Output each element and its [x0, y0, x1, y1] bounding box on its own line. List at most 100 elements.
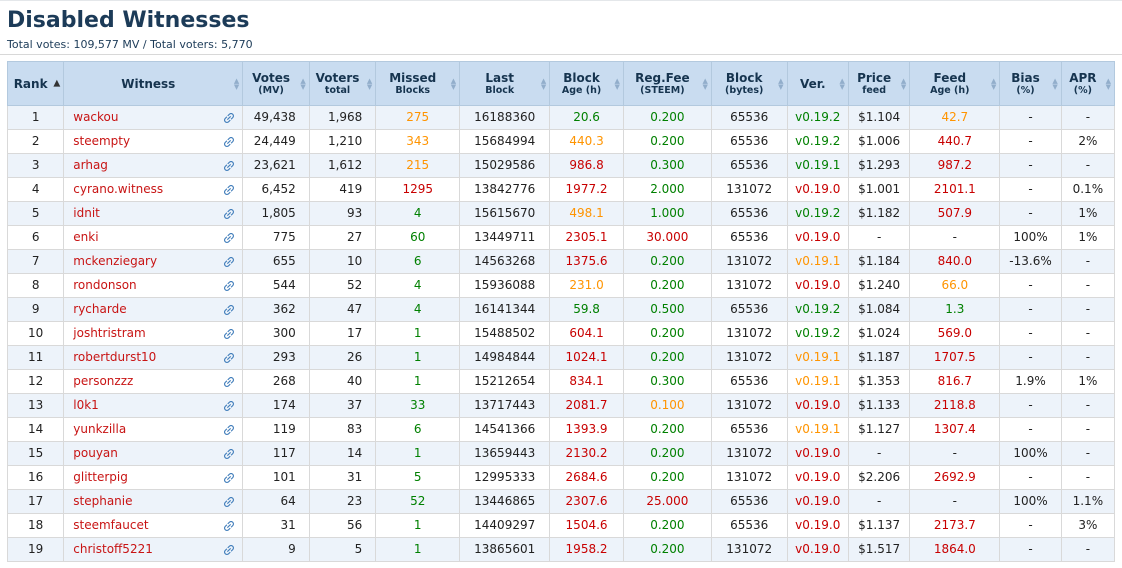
cell-reg_fee: 0.200	[622, 465, 712, 490]
witness-name-link[interactable]: l0k1	[73, 398, 99, 413]
cell-voters: 1,968	[308, 105, 377, 130]
table-row: 16 glitterpig 101 31 5 12995333 2684.6 0.200 131…	[6, 465, 1116, 490]
witness-chain-link-icon[interactable]	[219, 204, 239, 224]
cell-missed: 4	[375, 273, 461, 298]
cell-feed_age: -	[909, 225, 1001, 250]
cell-witness: arhag	[63, 153, 244, 178]
witness-chain-link-icon[interactable]	[219, 300, 239, 320]
cell-votes: 31	[242, 513, 310, 538]
column-header-block_age[interactable]: Block Age (h) ▲ ▼	[549, 61, 624, 106]
cell-bias: -	[999, 393, 1062, 418]
witness-name-link[interactable]: cyrano.witness	[73, 182, 163, 197]
column-header-feed_age[interactable]: Feed Age (h) ▲ ▼	[909, 61, 1001, 106]
table-header-row: Rank ▲ Witness ▲ ▼ Votes (MV) ▲ ▼ Voters total ▲ ▼ Mi…	[6, 61, 1116, 106]
cell-block_age: 1024.1	[549, 345, 624, 370]
witness-name-link[interactable]: enki	[73, 230, 98, 245]
witness-name-link[interactable]: personzzz	[73, 374, 133, 389]
witness-chain-link-icon[interactable]	[219, 156, 239, 176]
cell-block_age: 604.1	[549, 321, 624, 346]
witness-chain-link-icon[interactable]	[219, 396, 239, 416]
witness-name-link[interactable]: mckenziegary	[73, 254, 157, 269]
column-header-reg_fee[interactable]: Reg.Fee (STEEM) ▲ ▼	[622, 61, 712, 106]
table-row: 13 l0k1 174 37 33 13717443 2081.7 0.100 131072 v0…	[6, 393, 1116, 418]
cell-voters: 47	[308, 297, 377, 322]
cell-apr: -	[1060, 441, 1116, 466]
witness-chain-link-icon[interactable]	[219, 444, 239, 464]
table-row: 11 robertdurst10 293 26 1 14984844 1024.1 0.200…	[6, 345, 1116, 370]
cell-last_block: 15615670	[459, 201, 551, 226]
cell-price_feed: $1.293	[847, 153, 911, 178]
column-header-bias[interactable]: Bias (%) ▲ ▼	[999, 61, 1062, 106]
column-sublabel: Age (h)	[930, 85, 970, 96]
witness-name-link[interactable]: wackou	[73, 110, 118, 125]
cell-votes: 9	[242, 537, 310, 562]
cell-missed: 1	[375, 441, 461, 466]
cell-block_age: 1375.6	[549, 249, 624, 274]
witness-chain-link-icon[interactable]	[219, 492, 239, 512]
witness-chain-link-icon[interactable]	[219, 324, 239, 344]
witness-name-link[interactable]: christoff5221	[73, 542, 153, 557]
cell-rank: 10	[6, 321, 65, 346]
witness-chain-link-icon[interactable]	[219, 516, 239, 536]
witness-name-link[interactable]: rondonson	[73, 278, 136, 293]
witness-name-link[interactable]: arhag	[73, 158, 108, 173]
witness-chain-link-icon[interactable]	[219, 420, 239, 440]
cell-block_age: 2684.6	[549, 465, 624, 490]
cell-block_age: 1977.2	[549, 177, 624, 202]
cell-price_feed: -	[847, 225, 911, 250]
witness-name-link[interactable]: stephanie	[73, 494, 132, 509]
witness-chain-link-icon[interactable]	[219, 180, 239, 200]
table-row: 2 steempty 24,449 1,210 343 15684994 440.3 0.20…	[6, 129, 1116, 154]
cell-reg_fee: 0.500	[622, 297, 712, 322]
witness-name-link[interactable]: joshtristram	[73, 326, 145, 341]
witness-name-link[interactable]: pouyan	[73, 446, 118, 461]
column-header-price_feed[interactable]: Price feed ▲ ▼	[847, 61, 911, 106]
witness-chain-link-icon[interactable]	[219, 468, 239, 488]
column-header-witness[interactable]: Witness ▲ ▼	[63, 61, 244, 106]
column-header-votes[interactable]: Votes (MV) ▲ ▼	[242, 61, 310, 106]
column-header-version[interactable]: Ver. ▲ ▼	[786, 61, 849, 106]
column-header-voters[interactable]: Voters total ▲ ▼	[308, 61, 377, 106]
witness-chain-link-icon[interactable]	[219, 252, 239, 272]
cell-witness: cyrano.witness	[63, 177, 244, 202]
cell-apr: -	[1060, 345, 1116, 370]
cell-witness: idnit	[63, 201, 244, 226]
witness-chain-link-icon[interactable]	[219, 276, 239, 296]
witness-chain-link-icon[interactable]	[219, 348, 239, 368]
column-header-apr[interactable]: APR (%) ▲ ▼	[1060, 61, 1116, 106]
sort-both-icon: ▲ ▼	[839, 76, 845, 91]
cell-votes: 300	[242, 321, 310, 346]
column-label: Block	[563, 71, 600, 85]
column-label: Feed	[933, 71, 967, 85]
column-header-missed[interactable]: Missed Blocks ▲ ▼	[375, 61, 461, 106]
cell-price_feed: $1.353	[847, 369, 911, 394]
witness-chain-link-icon[interactable]	[219, 540, 239, 560]
witness-name-link[interactable]: robertdurst10	[73, 350, 156, 365]
column-header-rank[interactable]: Rank ▲	[6, 61, 65, 106]
column-header-block_bytes[interactable]: Block (bytes) ▲ ▼	[710, 61, 788, 106]
cell-feed_age: 987.2	[909, 153, 1001, 178]
cell-reg_fee: 1.000	[622, 201, 712, 226]
witness-name-link[interactable]: steempty	[73, 134, 130, 149]
cell-block_age: 2305.1	[549, 225, 624, 250]
witness-chain-link-icon[interactable]	[219, 372, 239, 392]
cell-rank: 13	[6, 393, 65, 418]
witness-name-link[interactable]: yunkzilla	[73, 422, 126, 437]
cell-apr: -	[1060, 249, 1116, 274]
witness-chain-link-icon[interactable]	[219, 108, 239, 128]
cell-voters: 26	[308, 345, 377, 370]
cell-votes: 49,438	[242, 105, 310, 130]
witness-chain-link-icon[interactable]	[219, 228, 239, 248]
cell-votes: 268	[242, 369, 310, 394]
witness-name-link[interactable]: steemfaucet	[73, 518, 148, 533]
cell-voters: 10	[308, 249, 377, 274]
cell-missed: 4	[375, 297, 461, 322]
witness-chain-link-icon[interactable]	[219, 132, 239, 152]
cell-block_bytes: 65536	[710, 489, 788, 514]
cell-voters: 31	[308, 465, 377, 490]
witness-name-link[interactable]: idnit	[73, 206, 100, 221]
column-sublabel: (MV)	[258, 85, 284, 96]
column-header-last_block[interactable]: Last Block ▲ ▼	[459, 61, 551, 106]
witness-name-link[interactable]: rycharde	[73, 302, 126, 317]
witness-name-link[interactable]: glitterpig	[73, 470, 128, 485]
